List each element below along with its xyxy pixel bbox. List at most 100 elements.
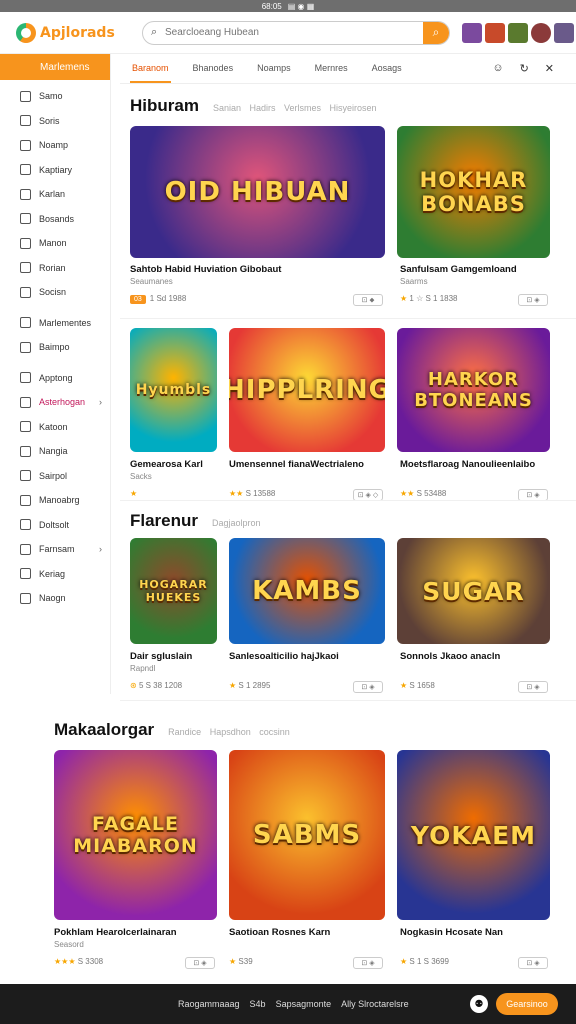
sidebar-item[interactable]: Katoon: [0, 415, 110, 440]
sidebar-item-icon: [20, 372, 31, 384]
game-card-action-button[interactable]: ⊡ ◈: [518, 681, 548, 693]
game-card-subtitle: Sacks: [130, 472, 152, 481]
sidebar-item[interactable]: Noamp: [0, 133, 110, 158]
sidebar-item-active[interactable]: Marlemens: [0, 54, 110, 80]
game-card-thumbnail[interactable]: KAMBS: [229, 538, 385, 644]
sidebar-item[interactable]: Samo: [0, 84, 110, 109]
game-card-title[interactable]: Dair sgluslain: [130, 651, 219, 662]
chat-icon[interactable]: ⚉: [470, 995, 488, 1013]
sidebar-item[interactable]: Asterhogan ›: [0, 390, 110, 415]
game-card-meta: ★ 1 ☆ S 1 1838: [400, 294, 458, 303]
section-filters[interactable]: Randice Hapsdhon cocsinn: [168, 727, 290, 737]
game-card-thumbnail[interactable]: OID HIBUAN: [130, 126, 385, 258]
logo-text: Apjlorads: [40, 24, 115, 41]
tab[interactable]: Bhanodes: [191, 55, 236, 83]
game-card-action-button[interactable]: ⊡ ◈: [185, 957, 215, 969]
game-card-meta: ★★ S 53488: [400, 489, 446, 498]
game-card-thumbnail[interactable]: SABMS: [229, 750, 385, 920]
sidebar-item[interactable]: Manoabrg: [0, 488, 110, 513]
game-card-thumbnail[interactable]: YOKAEM: [397, 750, 550, 920]
game-card-thumbnail[interactable]: HARKOR BTONEANS: [397, 328, 550, 452]
game-card-action-button[interactable]: ⊡ ◈: [518, 957, 548, 969]
footer-link[interactable]: Sapsagmonte: [276, 999, 332, 1009]
game-card-title[interactable]: Moetsflaroag Nanoulieenlaibo: [400, 459, 555, 470]
sidebar-item[interactable]: Nangia: [0, 439, 110, 464]
sidebar-item-label: Manoabrg: [39, 495, 80, 506]
refresh-icon[interactable]: ↻: [520, 62, 529, 75]
avatar[interactable]: [462, 22, 482, 43]
app-logo[interactable]: Apjlorads: [16, 22, 122, 43]
sidebar-item[interactable]: Marlementes: [0, 311, 110, 336]
sidebar-item[interactable]: Rorian: [0, 256, 110, 281]
avatar[interactable]: [531, 22, 551, 43]
game-card-title[interactable]: Pokhlam Hearolcerlainaran: [54, 927, 219, 938]
status-icons: ▤ ◉ ▦: [287, 1, 315, 11]
footer-link[interactable]: Ally Slroctarelsre: [341, 999, 409, 1009]
footer-link[interactable]: Raogammaaag: [178, 999, 240, 1009]
sidebar-item-icon: [20, 90, 31, 102]
sidebar-item[interactable]: Farnsam ›: [0, 537, 110, 562]
sidebar-item[interactable]: Naogn: [0, 586, 110, 611]
tab[interactable]: Mernres: [313, 55, 350, 83]
footer-cta-button[interactable]: Gearsinoo: [496, 993, 558, 1015]
rating-stars: ★★★: [54, 957, 78, 966]
sidebar-item-icon: [20, 188, 31, 200]
game-card-title[interactable]: Sonnols Jkaoo anacln: [400, 651, 555, 662]
sidebar-item-label: Karlan: [39, 189, 66, 200]
game-card-action-button[interactable]: ⊡ ◈: [353, 957, 383, 969]
sidebar-item-label: Samo: [39, 91, 63, 102]
sidebar-item[interactable]: Doltsolt: [0, 513, 110, 538]
game-card-action-button[interactable]: ⊡ ◈: [353, 681, 383, 693]
game-card-thumbnail[interactable]: HOKHAR BONABS: [397, 126, 550, 258]
game-card-title[interactable]: Nogkasin Hcosate Nan: [400, 927, 555, 938]
footer-link[interactable]: S4b: [250, 999, 266, 1009]
game-card-title[interactable]: Sahtob Habid Huviation Gibobaut: [130, 264, 387, 275]
avatar[interactable]: [485, 22, 505, 43]
sidebar-item[interactable]: Keriag: [0, 562, 110, 587]
section-filters[interactable]: Dagjaolpron: [212, 518, 261, 528]
game-card-stats: S 1 2895: [238, 681, 271, 690]
game-card-meta: ★★★ S 3308: [54, 957, 103, 966]
sidebar-item[interactable]: Sairpol: [0, 464, 110, 489]
game-card-action-button[interactable]: ⊡ ⬥: [353, 294, 383, 306]
game-card-title[interactable]: Gemearosa Karl: [130, 459, 219, 470]
game-card-title[interactable]: Sanfulsam Gamgemloand: [400, 264, 555, 275]
sidebar-item-icon: [20, 592, 31, 604]
sidebar-item[interactable]: Karlan: [0, 182, 110, 207]
sidebar-item[interactable]: Soris: [0, 109, 110, 134]
game-card-thumbnail[interactable]: SUGAR: [397, 538, 550, 644]
sidebar-item[interactable]: Manon: [0, 231, 110, 256]
section-filters[interactable]: Sanian Hadirs Verlsmes Hisyeirosen: [213, 103, 377, 113]
tab[interactable]: Noamps: [255, 55, 293, 83]
avatar[interactable]: [508, 22, 528, 43]
sidebar-item[interactable]: Apptong: [0, 366, 110, 391]
sidebar-item-icon: [20, 543, 31, 555]
avatar[interactable]: [554, 22, 574, 43]
sidebar-item[interactable]: Kaptiary: [0, 158, 110, 183]
game-card-title[interactable]: Sanlesoalticilio hajJkaoi: [229, 651, 387, 662]
sidebar-item-label: Katoon: [39, 421, 68, 432]
close-icon[interactable]: ✕: [545, 62, 554, 75]
sidebar-item-label: Baimpo: [39, 342, 70, 353]
search-input[interactable]: [165, 27, 423, 38]
profile-icon[interactable]: ☺: [492, 62, 503, 75]
tab[interactable]: Aosags: [370, 55, 404, 83]
game-card-title[interactable]: Saotioan Rosnes Karn: [229, 927, 387, 938]
game-card-thumbnail[interactable]: Hyumbls: [130, 328, 217, 452]
sidebar-item[interactable]: Socisn: [0, 280, 110, 305]
sidebar-item-label: Asterhogan: [39, 397, 86, 408]
rating-stars: ★: [130, 489, 138, 498]
sidebar-item[interactable]: Baimpo: [0, 335, 110, 360]
tab[interactable]: Baranom: [130, 55, 171, 83]
game-card-title[interactable]: Umensennel fianaWectrialeno: [229, 459, 387, 470]
sidebar-item[interactable]: Bosands: [0, 207, 110, 232]
game-card-action-button[interactable]: ⊡ ◈: [518, 294, 548, 306]
rating-stars: ★★: [400, 489, 417, 498]
sidebar-item-label: Socisn: [39, 287, 67, 298]
search-button[interactable]: ⌕: [423, 21, 449, 44]
game-card-thumbnail[interactable]: HIPPLRING: [229, 328, 385, 452]
game-card-thumbnail[interactable]: FAGALE MIABARON: [54, 750, 217, 920]
game-card-thumbnail[interactable]: HOGARAR HUEKES: [130, 538, 217, 644]
section-heading: Makaalorgar: [54, 720, 155, 739]
section-divider: [120, 700, 576, 701]
